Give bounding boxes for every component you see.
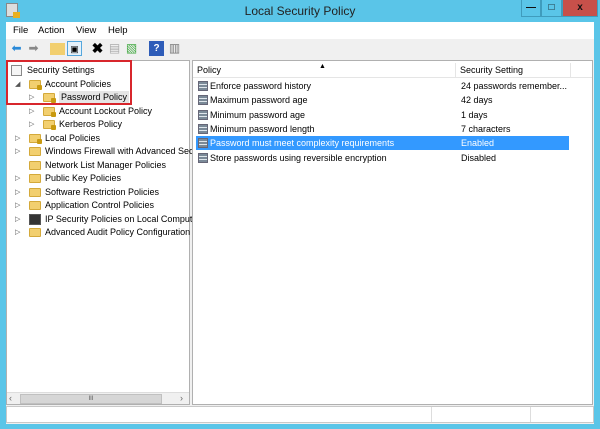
expander-icon[interactable]: ▷ [29,118,34,131]
policy-setting: Disabled [461,152,497,163]
expander-icon[interactable]: ▷ [15,199,20,212]
policy-name: Minimum password age [210,109,306,120]
tree-item-label: IP Security Policies on Local Compute [45,213,198,224]
tree-item-label: Advanced Audit Policy Configuration [45,227,191,237]
policy-name: Password must meet complexity requiremen… [210,138,395,149]
folder-icon [29,174,41,183]
column-policy[interactable]: Policy ▲ [193,63,456,78]
folder-icon [29,160,41,170]
column-policy-label: Policy [197,65,222,75]
maximize-button[interactable]: □ [541,0,562,17]
title-bar: Local Security Policy [0,0,600,22]
policy-name: Enforce password history [210,81,312,91]
policy-row[interactable]: Enforce password history 24 passwords rem… [196,79,569,93]
policy-row[interactable]: Minimum password age 1 days [196,108,569,122]
app-icon[interactable] [6,3,20,18]
export-list-icon[interactable]: ▧ [124,41,139,56]
policy-row[interactable]: Minimum password length 7 characters [196,122,569,136]
tree-horizontal-scrollbar[interactable]: ‹ III › [7,392,189,404]
tree-item-label: Public Key Policies [45,173,122,183]
delete-icon[interactable]: ✖ [90,41,105,56]
computer-icon [29,213,41,225]
policy-row[interactable]: Maximum password age 42 days [196,93,569,107]
menu-file[interactable]: File [13,25,28,36]
policy-name: Store passwords using reversible encrypt… [210,152,387,163]
policy-icon [198,123,208,134]
expander-icon[interactable]: ▷ [15,213,20,226]
policy-icon [198,138,208,149]
policy-setting: 1 days [461,109,488,120]
status-divider [530,407,531,422]
tree-item-label: Network List Manager Policies [45,159,167,170]
policy-row[interactable]: Store passwords using reversible encrypt… [196,151,569,165]
forward-icon[interactable]: ➡ [26,41,41,56]
folder-icon [29,228,41,237]
expander-icon[interactable]: ▷ [15,145,20,158]
toolbar: ⬅ ➡ ▣ ✖ ▤ ▧ ? ▥ [6,39,594,59]
menu-bar: File Action View Help [6,22,594,39]
list-header: Policy ▲ Security Setting [193,63,592,78]
expander-icon[interactable]: ▷ [15,172,20,185]
expander-icon[interactable]: ▷ [15,226,20,239]
policy-setting: Enabled [461,138,495,149]
status-divider [431,407,432,422]
policy-list-pane: Policy ▲ Security Setting Enforce passwor… [192,60,593,405]
expander-icon[interactable]: ▷ [15,132,20,145]
show-action-pane-icon[interactable]: ▥ [167,41,182,56]
help-icon[interactable]: ? [149,41,164,56]
policy-icon [198,95,208,106]
show-hide-tree-icon[interactable]: ▣ [67,41,82,56]
policy-name: Minimum password length [210,123,315,134]
tree-pane: Security Settings ◢ Account Policies ▷ Passw… [6,60,199,405]
scroll-left-button[interactable]: ‹ [9,393,12,403]
folder-icon [29,201,41,210]
policy-setting: 42 days [461,95,493,106]
window-title: Local Security Policy [244,4,356,18]
close-button[interactable]: x [562,0,598,17]
policy-icon [198,152,208,163]
tree-item-label: Account Lockout Policy [59,105,153,116]
status-bar [6,406,594,423]
sort-ascending-icon: ▲ [319,63,326,70]
scroll-right-button[interactable]: › [180,393,183,403]
column-security-setting[interactable]: Security Setting [456,63,571,78]
expander-icon[interactable]: ▷ [15,186,20,199]
up-folder-icon[interactable] [50,43,65,55]
tree-item-label: Application Control Policies [45,200,155,210]
properties-icon[interactable]: ▤ [107,41,122,56]
folder-lock-icon [43,120,56,130]
tree-item-label: Kerberos Policy [59,119,123,129]
scroll-thumb[interactable]: III [20,394,162,404]
expander-icon[interactable]: ▷ [29,105,34,118]
menu-help[interactable]: Help [108,25,128,36]
tree-item-label: Local Policies [45,132,101,143]
highlight-box [6,60,132,105]
folder-icon [29,187,41,197]
policy-row[interactable]: Password must meet complexity requiremen… [196,136,569,151]
tree-item-label: Software Restriction Policies [45,186,160,197]
menu-view[interactable]: View [76,25,96,36]
policy-setting: 24 passwords remember... [461,81,568,91]
menu-action[interactable]: Action [38,25,64,36]
policy-icon [198,109,208,120]
folder-lock-icon [43,106,56,117]
policy-icon [198,81,208,91]
policy-setting: 7 characters [461,123,511,134]
back-icon[interactable]: ⬅ [9,41,24,56]
tree-item-label: Windows Firewall with Advanced Secu [45,146,199,156]
minimize-button[interactable]: — [521,0,541,17]
folder-icon [29,147,41,156]
folder-lock-icon [29,133,42,144]
policy-name: Maximum password age [210,95,308,106]
